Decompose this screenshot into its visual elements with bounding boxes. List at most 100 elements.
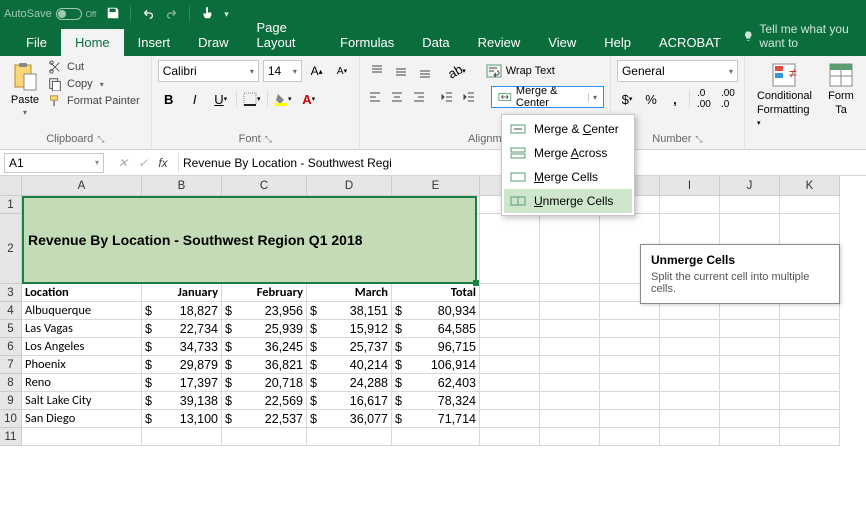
fx-icon[interactable]: fx [154,156,172,170]
tell-me-search[interactable]: Tell me what you want to [735,22,866,56]
tab-help[interactable]: Help [590,29,645,56]
row-header[interactable]: 3 [0,284,22,302]
cell[interactable]: $25,737 [307,338,392,356]
undo-icon[interactable] [141,6,155,23]
col-header[interactable]: A [22,176,142,196]
tab-view[interactable]: View [534,29,590,56]
cell[interactable]: Los Angeles [22,338,142,356]
tab-review[interactable]: Review [464,29,535,56]
cell[interactable]: $38,151 [307,302,392,320]
col-header[interactable]: K [780,176,840,196]
cell[interactable]: $25,939 [222,320,307,338]
row-header[interactable]: 1 [0,196,22,214]
col-header[interactable]: E [392,176,480,196]
dialog-launcher-icon[interactable]: ⤡ [97,134,104,145]
underline-button[interactable]: U▾ [210,88,232,110]
row-header[interactable]: 10 [0,410,22,428]
tab-file[interactable]: File [12,29,61,56]
increase-font-icon[interactable]: A▴ [306,60,327,82]
cell[interactable]: January [142,284,222,302]
tab-draw[interactable]: Draw [184,29,242,56]
cell[interactable]: $36,821 [222,356,307,374]
chevron-down-icon[interactable]: ▾ [588,93,597,102]
cell[interactable]: Reno [22,374,142,392]
conditional-formatting-button[interactable]: ≠ Conditional Formatting ▾ [751,60,818,130]
enter-formula-icon[interactable]: ✓ [134,156,152,170]
cell[interactable]: Las Vagas [22,320,142,338]
cell[interactable]: $20,718 [222,374,307,392]
row-header[interactable]: 4 [0,302,22,320]
increase-decimal-icon[interactable]: .0.00 [694,88,714,110]
row-header[interactable]: 5 [0,320,22,338]
cell[interactable]: Phoenix [22,356,142,374]
autosave-toggle[interactable]: AutoSave Off [4,8,96,20]
increase-indent-icon[interactable] [459,86,479,108]
col-header[interactable]: C [222,176,307,196]
align-center-icon[interactable] [387,86,407,108]
align-right-icon[interactable] [409,86,429,108]
cell[interactable]: $22,537 [222,410,307,428]
paste-button[interactable]: Paste ▾ [6,60,44,117]
save-icon[interactable] [106,6,120,23]
bold-button[interactable]: B [158,88,180,110]
accounting-format-button[interactable]: $▾ [617,88,637,110]
cell[interactable]: $106,914 [392,356,480,374]
cell[interactable]: $39,138 [142,392,222,410]
menu-unmerge-cells[interactable]: Unmerge Cells [504,189,632,213]
qat-customize-icon[interactable]: ▾ [224,9,229,20]
wrap-text-button[interactable]: Wrap Text [482,62,559,80]
row-header[interactable]: 2 [0,214,22,284]
cell[interactable]: $22,734 [142,320,222,338]
cell[interactable]: $17,397 [142,374,222,392]
comma-format-button[interactable]: , [665,88,685,110]
cell[interactable]: $24,288 [307,374,392,392]
align-top-icon[interactable] [366,60,388,82]
cell[interactable]: $29,879 [142,356,222,374]
row-header[interactable]: 9 [0,392,22,410]
col-header[interactable]: J [720,176,780,196]
redo-icon[interactable] [165,6,179,23]
cell[interactable]: Location [22,284,142,302]
border-button[interactable]: ▾ [241,88,263,110]
font-color-button[interactable]: A▾ [298,88,320,110]
decrease-font-icon[interactable]: A▾ [331,60,352,82]
menu-merge-cells[interactable]: Merge Cells [504,165,632,189]
cell[interactable]: Salt Lake City [22,392,142,410]
format-painter-button[interactable]: Format Painter [48,94,140,108]
tab-page-layout[interactable]: Page Layout [243,14,327,56]
spreadsheet-grid[interactable]: A B C D E F G H I J K Revenue By Locatio… [0,176,866,446]
menu-merge-center[interactable]: Merge & Center [504,117,632,141]
col-header[interactable]: B [142,176,222,196]
tab-acrobat[interactable]: ACROBAT [645,29,735,56]
font-name-combo[interactable]: Calibri▾ [158,60,259,82]
row-header[interactable]: 6 [0,338,22,356]
copy-button[interactable]: Copy▾ [48,77,140,91]
cell[interactable]: $13,100 [142,410,222,428]
tab-insert[interactable]: Insert [124,29,185,56]
select-all-corner[interactable] [0,176,22,196]
italic-button[interactable]: I [184,88,206,110]
decrease-decimal-icon[interactable]: .00.0 [718,88,738,110]
cell[interactable]: Albuquerque [22,302,142,320]
merge-center-button[interactable]: Merge & Center ▾ [491,86,604,108]
align-bottom-icon[interactable] [414,60,436,82]
tab-formulas[interactable]: Formulas [326,29,408,56]
cell[interactable]: $23,956 [222,302,307,320]
align-middle-icon[interactable] [390,60,412,82]
cell[interactable]: $36,245 [222,338,307,356]
fill-color-button[interactable]: ▾ [272,88,294,110]
number-format-combo[interactable]: General▾ [617,60,738,82]
cut-button[interactable]: Cut [48,60,140,74]
tab-data[interactable]: Data [408,29,463,56]
cell[interactable]: $40,214 [307,356,392,374]
cell[interactable]: San Diego [22,410,142,428]
touch-mode-icon[interactable] [200,6,214,23]
cell[interactable]: $62,403 [392,374,480,392]
col-header[interactable]: D [307,176,392,196]
cell[interactable]: $16,617 [307,392,392,410]
cancel-formula-icon[interactable]: ✕ [114,156,132,170]
cell[interactable]: $36,077 [307,410,392,428]
orientation-icon[interactable]: ab▾ [446,60,468,82]
cell[interactable]: $71,714 [392,410,480,428]
align-left-icon[interactable] [366,86,386,108]
